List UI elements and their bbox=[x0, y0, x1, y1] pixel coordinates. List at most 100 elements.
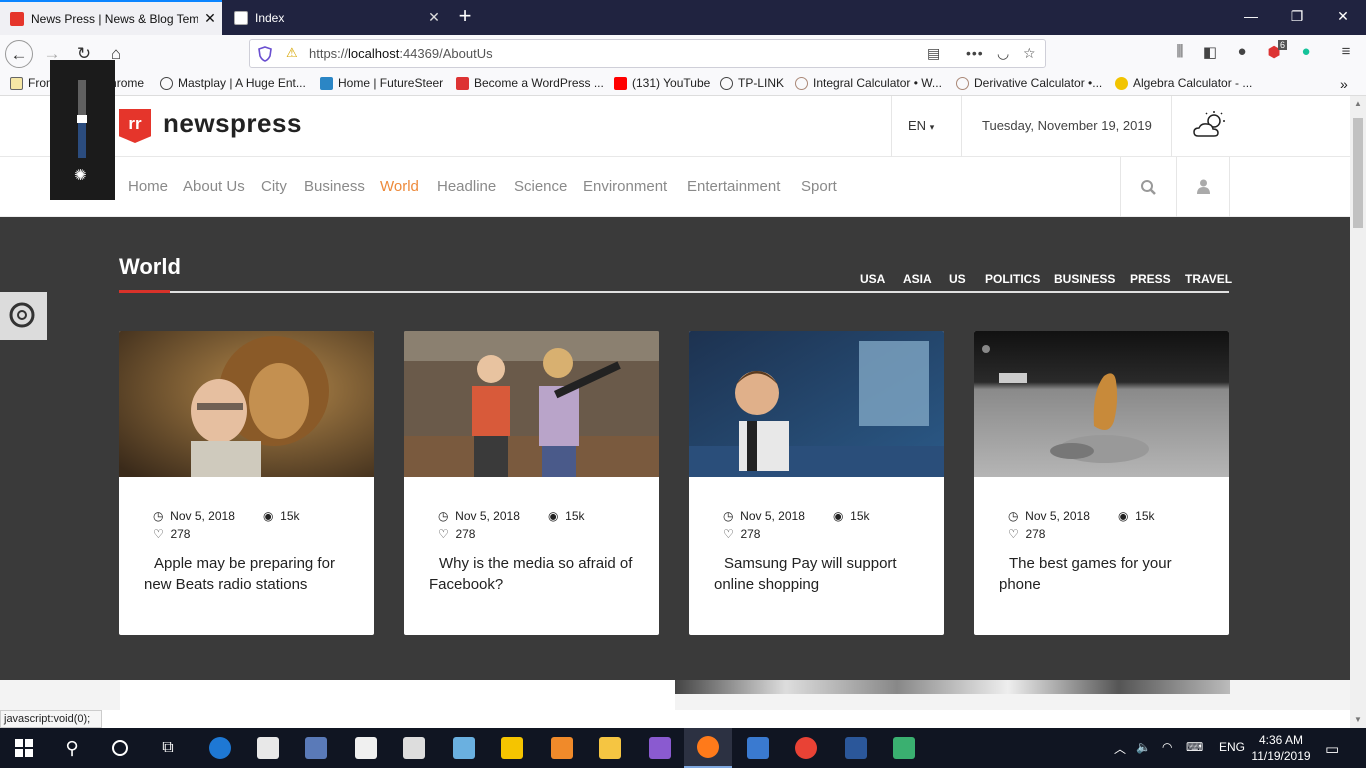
menu-icon[interactable]: ≡ bbox=[1336, 43, 1356, 60]
bookmark-youtube[interactable]: (131) YouTube bbox=[614, 76, 710, 90]
menu-world[interactable]: World bbox=[380, 178, 419, 195]
menu-home[interactable]: Home bbox=[128, 178, 168, 195]
more-bookmarks-icon[interactable]: » bbox=[1340, 76, 1348, 92]
article-photo-boy-with-toys[interactable] bbox=[689, 331, 944, 477]
media-player-icon[interactable] bbox=[488, 728, 536, 768]
brightness-knob[interactable] bbox=[77, 115, 87, 123]
new-tab-button[interactable]: + bbox=[452, 5, 478, 29]
article-photo-man-with-lion[interactable] bbox=[119, 331, 374, 477]
close-tab-icon[interactable]: ✕ bbox=[198, 10, 222, 27]
article-photo-moon-shoe[interactable] bbox=[974, 331, 1229, 477]
edge-icon[interactable] bbox=[196, 728, 244, 768]
search-taskbar-icon[interactable]: ⚲ bbox=[48, 728, 96, 768]
logo-mark[interactable]: rr bbox=[119, 109, 151, 143]
tab-newspress[interactable]: News Press | News & Blog Temp ✕ bbox=[0, 0, 222, 35]
article-likes[interactable]: ♡ 278 bbox=[1008, 527, 1045, 541]
bookmark-algebra[interactable]: Algebra Calculator - ... bbox=[1115, 76, 1252, 90]
article-likes[interactable]: ♡ 278 bbox=[723, 527, 760, 541]
bookmark-integral[interactable]: Integral Calculator • W... bbox=[795, 76, 942, 90]
bookmark-futuresteer[interactable]: Home | FutureSteer bbox=[320, 76, 443, 90]
article-title[interactable]: Why is the media so afraid of Facebook? bbox=[429, 553, 639, 595]
subnav-usa[interactable]: USA bbox=[860, 272, 885, 286]
close-window-button[interactable]: ✕ bbox=[1320, 0, 1366, 35]
next-section-image[interactable] bbox=[675, 680, 1230, 694]
store-icon[interactable] bbox=[244, 728, 292, 768]
address-bar[interactable]: ⚠ https://localhost:44369/AboutUs ▤ ••• … bbox=[249, 39, 1046, 68]
volume-icon[interactable]: 🔈 bbox=[1136, 740, 1151, 754]
task-view-icon[interactable]: ⧉ bbox=[144, 728, 192, 768]
tab-index[interactable]: Index ✕ bbox=[224, 0, 446, 35]
close-tab-icon[interactable]: ✕ bbox=[422, 9, 446, 26]
article-likes[interactable]: ♡ 278 bbox=[153, 527, 190, 541]
sidebar-icon[interactable]: ◧ bbox=[1200, 43, 1220, 61]
3d-viewer-icon[interactable] bbox=[440, 728, 488, 768]
file-explorer-icon[interactable] bbox=[586, 728, 634, 768]
start-button[interactable] bbox=[0, 728, 48, 768]
firefox-icon[interactable] bbox=[684, 728, 732, 768]
input-language[interactable]: ENG bbox=[1219, 740, 1245, 754]
menu-sport[interactable]: Sport bbox=[801, 178, 837, 195]
keyboard-icon[interactable]: ⌨ bbox=[1186, 740, 1203, 754]
network-app-icon[interactable] bbox=[292, 728, 340, 768]
menu-about-us[interactable]: About Us bbox=[183, 178, 245, 195]
logo-text[interactable]: newspress bbox=[163, 108, 302, 139]
minimize-button[interactable]: — bbox=[1228, 0, 1274, 35]
article-title[interactable]: The best games for your phone bbox=[999, 553, 1209, 595]
snipping-icon[interactable] bbox=[880, 728, 928, 768]
calculator-taskbar-icon[interactable] bbox=[390, 728, 438, 768]
cortana-icon[interactable] bbox=[96, 728, 144, 768]
show-hidden-icons[interactable]: ︿ bbox=[1114, 740, 1126, 757]
scroll-down-icon[interactable]: ▼ bbox=[1350, 712, 1366, 728]
subnav-press[interactable]: PRESS bbox=[1130, 272, 1171, 286]
article-card[interactable]: ◷ Nov 5, 2018 ◉ 15k ♡ 278 Apple may be p… bbox=[119, 331, 374, 635]
menu-science[interactable]: Science bbox=[514, 178, 567, 195]
sublime-text-icon[interactable] bbox=[538, 728, 586, 768]
page-actions-icon[interactable]: ••• bbox=[966, 45, 984, 61]
back-button[interactable]: ← bbox=[5, 40, 33, 68]
user-icon[interactable] bbox=[1197, 179, 1210, 194]
article-photo-children[interactable] bbox=[404, 331, 659, 477]
subnav-travel[interactable]: TRAVEL bbox=[1185, 272, 1232, 286]
menu-headline[interactable]: Headline bbox=[437, 178, 496, 195]
tracking-shield-icon[interactable] bbox=[258, 46, 272, 62]
subnav-us[interactable]: US bbox=[949, 272, 966, 286]
article-title[interactable]: Apple may be preparing for new Beats rad… bbox=[144, 553, 354, 595]
menu-business[interactable]: Business bbox=[304, 178, 365, 195]
menu-city[interactable]: City bbox=[261, 178, 287, 195]
grammarly-icon[interactable]: ● bbox=[1296, 43, 1316, 60]
bookmark-mastplay[interactable]: Mastplay | A Huge Ent... bbox=[160, 76, 306, 90]
scroll-up-icon[interactable]: ▲ bbox=[1350, 96, 1366, 112]
bookmark-wordpress[interactable]: Become a WordPress ... bbox=[456, 76, 604, 90]
account-icon[interactable]: ● bbox=[1232, 43, 1252, 60]
insecure-lock-icon[interactable]: ⚠ bbox=[286, 45, 298, 61]
article-card[interactable]: ◷ Nov 5, 2018 ◉ 15k ♡ 278 Samsung Pay wi… bbox=[689, 331, 944, 635]
reader-view-icon[interactable]: ▤ bbox=[927, 45, 940, 62]
brightness-slider-widget[interactable]: ✺ bbox=[50, 60, 115, 200]
subnav-politics[interactable]: POLITICS bbox=[985, 272, 1040, 286]
menu-entertainment[interactable]: Entertainment bbox=[687, 178, 780, 195]
library-icon[interactable]: ⫼ bbox=[1170, 43, 1190, 60]
word-icon[interactable] bbox=[832, 728, 880, 768]
mail-icon[interactable] bbox=[342, 728, 390, 768]
language-selector[interactable]: EN ▾ bbox=[908, 118, 934, 133]
wifi-icon[interactable]: ◠ bbox=[1162, 740, 1172, 754]
bookmark-tplink[interactable]: TP-LINK bbox=[720, 76, 784, 90]
article-card[interactable]: ◷ Nov 5, 2018 ◉ 15k ♡ 278 Why is the med… bbox=[404, 331, 659, 635]
chrome-icon[interactable] bbox=[782, 728, 830, 768]
article-card[interactable]: ◷ Nov 5, 2018 ◉ 15k ♡ 278 The best games… bbox=[974, 331, 1229, 635]
restore-button[interactable]: ❐ bbox=[1274, 0, 1320, 35]
remote-desktop-icon[interactable] bbox=[734, 728, 782, 768]
page-scrollbar[interactable]: ▲ ▼ bbox=[1350, 96, 1366, 728]
search-icon[interactable] bbox=[1140, 179, 1157, 196]
bookmark-star-icon[interactable]: ☆ bbox=[1023, 45, 1036, 62]
menu-environment[interactable]: Environment bbox=[583, 178, 667, 195]
article-title[interactable]: Samsung Pay will support online shopping bbox=[714, 553, 924, 595]
subnav-asia[interactable]: ASIA bbox=[903, 272, 932, 286]
article-likes[interactable]: ♡ 278 bbox=[438, 527, 475, 541]
notifications-icon[interactable]: ▭ bbox=[1325, 740, 1339, 758]
floating-side-button[interactable] bbox=[0, 292, 47, 340]
clock[interactable]: 4:36 AM 11/19/2019 bbox=[1248, 732, 1314, 764]
pocket-icon[interactable]: ◡ bbox=[997, 45, 1009, 62]
bookmark-derivative[interactable]: Derivative Calculator •... bbox=[956, 76, 1102, 90]
subnav-business[interactable]: BUSINESS bbox=[1054, 272, 1115, 286]
